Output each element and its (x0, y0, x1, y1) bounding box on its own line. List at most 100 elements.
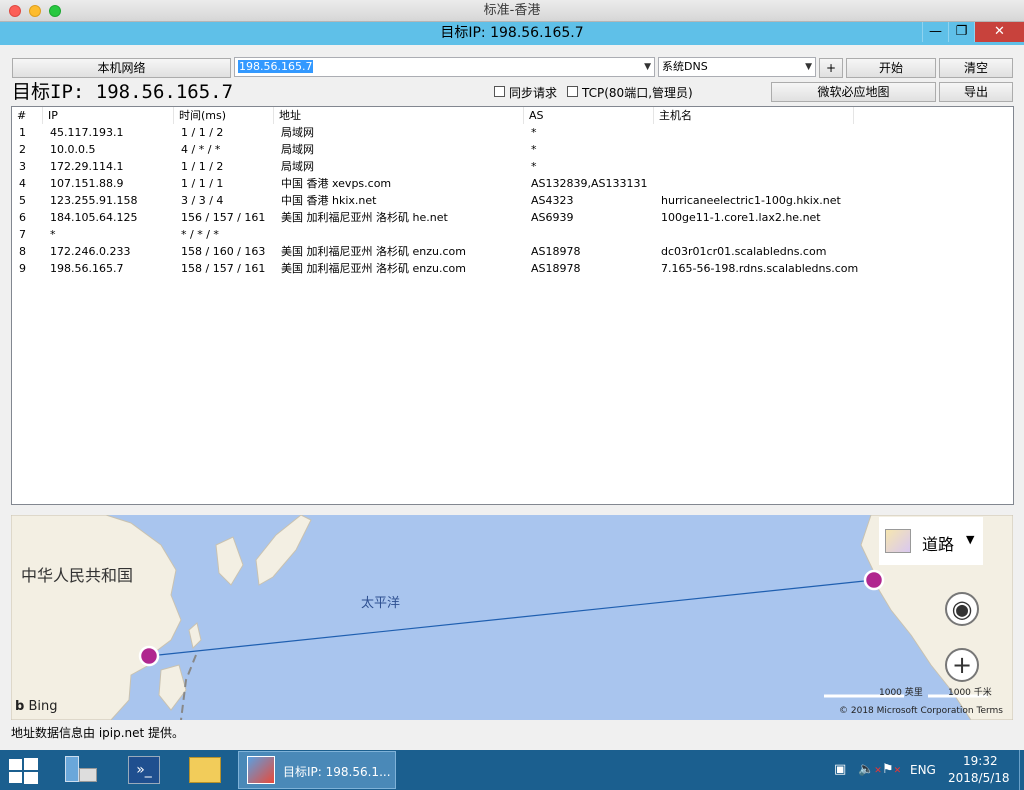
bing-b-icon: b (15, 699, 25, 714)
table-row[interactable]: 9 198.56.165.7 158 / 157 / 161 美国 加利福尼亚州 洛杉… (12, 260, 1013, 277)
hop-index: 4 (19, 177, 26, 190)
action-center-icon[interactable]: ⚑✕ (882, 762, 901, 777)
hop-address (274, 226, 281, 243)
sync-request-label: 同步请求 (509, 86, 558, 100)
clear-button[interactable]: 清空 (939, 58, 1013, 78)
road-map-icon (885, 529, 911, 553)
hop-as: AS4323 (531, 194, 574, 207)
taskbar: »_ 目标IP: 198.56.1... ▣ 🔈✕ ⚑✕ ENG 19:32 2… (0, 750, 1024, 790)
hop-ip: 10.0.0.5 (50, 143, 96, 156)
chevron-down-icon[interactable]: ▼ (644, 58, 651, 76)
column-header-time[interactable]: 时间(ms) (174, 107, 274, 124)
dns-select[interactable]: 系统DNS ▼ (658, 57, 816, 77)
table-row[interactable]: 7 * * / * / * (12, 226, 1013, 243)
table-row[interactable]: 6 184.105.64.125 156 / 157 / 161 美国 加利福尼亚州 … (12, 209, 1013, 226)
windows-start-icon[interactable] (6, 756, 40, 784)
local-network-button[interactable]: 本机网络 (12, 58, 231, 78)
window-title: 目标IP: 198.56.165.7 (440, 25, 584, 41)
hop-address: 中国 香港 hkix.net (281, 194, 377, 207)
close-button[interactable]: ✕ (974, 22, 1024, 42)
hop-as: * (531, 143, 537, 156)
restore-button[interactable]: ❐ (948, 22, 974, 42)
japan-landmass (255, 515, 312, 586)
hop-hostname (654, 158, 661, 175)
hop-ip: 172.29.114.1 (50, 160, 124, 173)
show-desktop-button[interactable] (1019, 750, 1024, 790)
input-language-indicator[interactable]: ENG (910, 763, 936, 777)
window-title-bar: 目标IP: 198.56.165.7 — ❐ ✕ (0, 22, 1024, 45)
hop-as: AS132839,AS133131 (531, 177, 648, 190)
hop-time: 158 / 157 / 161 (181, 262, 266, 275)
file-explorer-icon[interactable] (189, 757, 221, 783)
add-button[interactable]: + (819, 58, 843, 78)
powershell-icon[interactable]: »_ (128, 756, 160, 784)
network-tray-icon[interactable]: ▣ (834, 762, 846, 777)
column-header-hostname[interactable]: 主机名 (654, 107, 854, 124)
taskbar-app-besttrace[interactable]: 目标IP: 198.56.1... (238, 751, 396, 789)
taiwan-landmass (188, 622, 202, 649)
volume-muted-icon[interactable]: 🔈✕ (858, 762, 882, 777)
hop-as (524, 226, 531, 243)
target-input[interactable]: 198.56.165.7 ▼ (234, 57, 655, 77)
column-header-ip[interactable]: IP (43, 107, 174, 124)
zoom-in-icon[interactable]: + (945, 648, 979, 682)
tcp-mode-label: TCP(80端口,管理员) (582, 86, 693, 100)
korea-landmass (215, 536, 244, 586)
hop-index: 7 (19, 228, 26, 241)
route-map[interactable]: 中华人民共和国 太平洋 道路 ▼ ◉ + 1000 英里 1000 千米 b B… (11, 515, 1013, 720)
besttrace-app-icon (247, 756, 275, 784)
table-row[interactable]: 2 10.0.0.5 4 / * / * 局域网 * (12, 141, 1013, 158)
scale-km-label: 1000 千米 (948, 688, 992, 698)
hop-hostname (654, 141, 661, 158)
hop-index: 1 (19, 126, 26, 139)
clock-time[interactable]: 19:32 (963, 754, 998, 768)
hop-as: * (531, 160, 537, 173)
export-button[interactable]: 导出 (939, 82, 1013, 102)
column-header-as[interactable]: AS (524, 107, 654, 124)
hop-time: 158 / 160 / 163 (181, 245, 266, 258)
philippines-landmass (158, 664, 187, 711)
minimize-button[interactable]: — (922, 22, 948, 42)
bing-map-button[interactable]: 微软必应地图 (771, 82, 936, 102)
table-row[interactable]: 4 107.151.88.9 1 / 1 / 1 中国 香港 xevps.com AS1… (12, 175, 1013, 192)
trace-results-table: # IP 时间(ms) 地址 AS 主机名 1 45.117.193.1 1 / 1… (11, 106, 1014, 505)
map-copyright[interactable]: © 2018 Microsoft Corporation Terms (839, 706, 1003, 716)
status-bar-text: 地址数据信息由 ipip.net 提供。 (11, 726, 185, 740)
column-header-index[interactable]: # (12, 107, 43, 124)
hop-ip: 107.151.88.9 (50, 177, 124, 190)
map-canvas (11, 515, 1013, 720)
hop-time: 1 / 1 / 1 (181, 177, 224, 190)
hop-ip: 184.105.64.125 (50, 211, 138, 224)
map-layer-selector[interactable]: 道路 ▼ (879, 517, 983, 565)
chevron-down-icon[interactable]: ▼ (805, 58, 812, 76)
hop-ip: 198.56.165.7 (50, 262, 124, 275)
bing-logo: b Bing (15, 699, 57, 714)
locate-me-icon[interactable]: ◉ (945, 592, 979, 626)
hop-as: * (531, 126, 537, 139)
sync-request-checkbox[interactable] (494, 86, 505, 97)
hop-time: 3 / 3 / 4 (181, 194, 224, 207)
route-point-start[interactable] (138, 645, 160, 667)
server-manager-icon[interactable] (63, 755, 97, 785)
table-row[interactable]: 8 172.246.0.233 158 / 160 / 163 美国 加利福尼亚州 洛… (12, 243, 1013, 260)
clock-date[interactable]: 2018/5/18 (948, 771, 1010, 785)
target-input-value: 198.56.165.7 (238, 60, 314, 73)
hop-ip: 172.246.0.233 (50, 245, 131, 258)
table-row[interactable]: 1 45.117.193.1 1 / 1 / 2 局域网 * (12, 124, 1013, 141)
hop-address: 局域网 (281, 126, 314, 139)
hop-index: 2 (19, 143, 26, 156)
hop-address: 美国 加利福尼亚州 洛杉矶 he.net (281, 211, 448, 224)
table-row[interactable]: 3 172.29.114.1 1 / 1 / 2 局域网 * (12, 158, 1013, 175)
target-ip-display: 目标IP: 198.56.165.7 (12, 81, 234, 103)
route-point-end[interactable] (863, 569, 885, 591)
start-button[interactable]: 开始 (846, 58, 936, 78)
hop-as: AS18978 (531, 262, 581, 275)
column-header-address[interactable]: 地址 (274, 107, 524, 124)
hop-hostname: hurricaneelectric1-100g.hkix.net (661, 194, 841, 207)
bing-brand: Bing (28, 699, 58, 714)
hop-hostname: 100ge11-1.core1.lax2.he.net (661, 211, 821, 224)
mac-window-title: 标准-香港 (483, 3, 541, 18)
hop-index: 3 (19, 160, 26, 173)
tcp-mode-checkbox[interactable] (567, 86, 578, 97)
table-row[interactable]: 5 123.255.91.158 3 / 3 / 4 中国 香港 hkix.net AS… (12, 192, 1013, 209)
